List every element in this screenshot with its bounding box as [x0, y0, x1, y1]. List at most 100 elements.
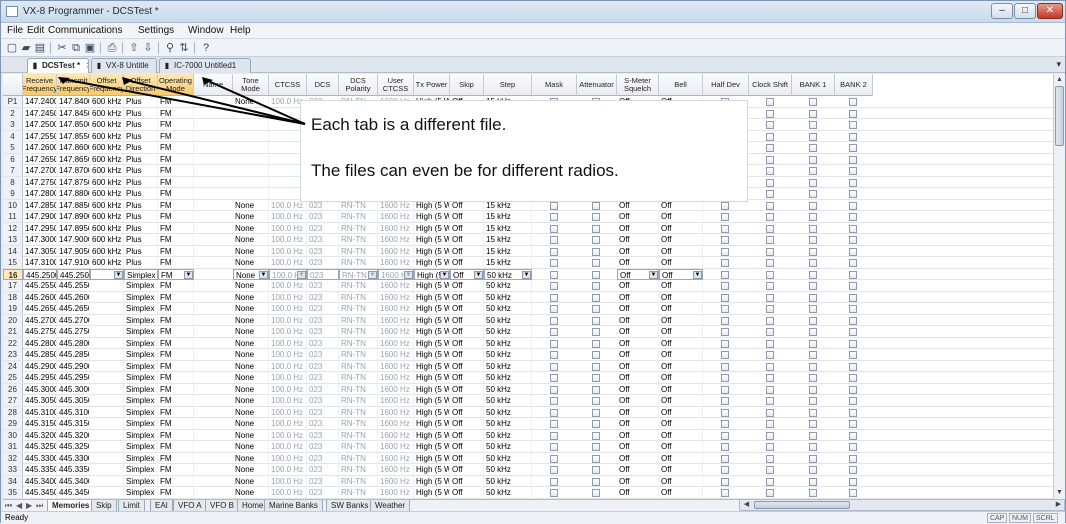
cell-mode[interactable]: FM: [158, 222, 194, 234]
maximize-button[interactable]: □: [1014, 3, 1036, 19]
cell-rx[interactable]: 445.28000: [23, 337, 57, 349]
cell-skip[interactable]: Off: [450, 234, 484, 245]
checkbox[interactable]: [849, 477, 857, 486]
checkbox[interactable]: [765, 190, 774, 198]
cell-ctcss[interactable]: 100.0 Hz: [269, 280, 307, 291]
cell-rx[interactable]: 445.31000: [23, 406, 57, 418]
cell-bell[interactable]: Off: [659, 280, 703, 291]
checkbox[interactable]: [549, 443, 558, 451]
checkbox[interactable]: [808, 236, 817, 244]
cell-bell[interactable]: Off ▼: [659, 268, 703, 280]
cell-step[interactable]: 50 kHz: [484, 314, 532, 326]
cell-uctcss[interactable]: 1600 Hz: [378, 464, 414, 475]
table-row[interactable]: 12 147.29500147.89500600 kHz Plus FM None 100…: [3, 222, 1053, 234]
cell-dir[interactable]: Plus: [124, 119, 158, 130]
find-icon[interactable]: ⚲: [163, 41, 177, 55]
cell-tone[interactable]: [233, 130, 269, 142]
checkbox[interactable]: [592, 374, 600, 382]
checkbox[interactable]: [849, 408, 857, 417]
cell-pol[interactable]: RN-TN: [339, 314, 378, 326]
cell-skip[interactable]: Off: [450, 349, 484, 360]
cell-uctcss[interactable]: 1600 Hz: [378, 395, 414, 406]
cell-tx[interactable]: 147.91000: [57, 257, 90, 268]
cell-rx[interactable]: 445.30500: [23, 395, 57, 406]
cell-ctcss[interactable]: 100.0 Hz: [269, 257, 307, 268]
cell-bell[interactable]: Off: [659, 441, 703, 452]
cell-rx[interactable]: 445.32500: [23, 441, 57, 452]
table-row[interactable]: 31 445.32500445.32500 Simplex FM None 100.0 H…: [3, 441, 1053, 453]
table-row[interactable]: 23 445.28500445.28500 Simplex FM None 100.0 H…: [3, 349, 1053, 361]
cell-skip[interactable]: Off: [450, 314, 484, 326]
cell-off[interactable]: [90, 314, 124, 326]
cell-dir[interactable]: Plus: [124, 165, 158, 176]
cell-off[interactable]: 600 kHz: [90, 245, 124, 257]
cell-skip[interactable]: Off: [450, 222, 484, 234]
cell-mode[interactable]: FM: [158, 188, 194, 199]
checkbox[interactable]: [765, 167, 774, 175]
cell-pol[interactable]: RN-TN: [339, 441, 378, 452]
checkbox[interactable]: [808, 259, 817, 267]
checkbox[interactable]: [765, 293, 774, 302]
cell-tone[interactable]: [233, 165, 269, 176]
cell-uctcss[interactable]: 1600 Hz: [378, 245, 414, 257]
checkbox[interactable]: [549, 282, 558, 290]
cell-rx[interactable]: 147.24000: [23, 96, 57, 107]
cell-mode[interactable]: FM: [158, 130, 194, 142]
cell-off[interactable]: [90, 291, 124, 303]
cell-tone[interactable]: None: [233, 337, 269, 349]
cell-step[interactable]: 50 kHz: [484, 291, 532, 303]
cell-dir[interactable]: Plus: [124, 130, 158, 142]
cell-dir[interactable]: Plus: [124, 199, 158, 211]
menu-settings[interactable]: Settings: [138, 25, 174, 36]
checkbox[interactable]: [592, 477, 600, 486]
cell-pwr[interactable]: High (5 W): [414, 337, 450, 349]
cell-dcs[interactable]: 023: [307, 372, 339, 383]
cell-tx[interactable]: 147.87000: [57, 165, 90, 176]
checkbox[interactable]: [592, 328, 600, 336]
cell-uctcss[interactable]: 1600 Hz: [378, 326, 414, 337]
cell-pwr[interactable]: High (5 W): [414, 257, 450, 268]
checkbox[interactable]: [765, 144, 774, 152]
cell-off[interactable]: [90, 395, 124, 406]
help-icon[interactable]: ?: [199, 41, 213, 55]
scroll-right-icon[interactable]: ▶: [1053, 500, 1064, 510]
checkbox[interactable]: [849, 190, 857, 198]
cell-tx[interactable]: 445.25500: [57, 280, 90, 291]
dropdown-arrow-icon[interactable]: ▼: [522, 270, 531, 279]
cell-mode[interactable]: FM: [158, 429, 194, 441]
checkbox[interactable]: [765, 224, 774, 233]
checkbox[interactable]: [592, 282, 600, 290]
cell-tone[interactable]: None: [233, 452, 269, 464]
dropdown-arrow-icon[interactable]: ▼: [440, 270, 449, 279]
cell-tone[interactable]: None: [233, 326, 269, 337]
cell-rx[interactable]: 147.26000: [23, 142, 57, 153]
cell-pwr[interactable]: High (5 W): [414, 245, 450, 257]
table-row[interactable]: 13 147.30000147.90000600 kHz Plus FM None 100…: [3, 234, 1053, 246]
checkbox[interactable]: [765, 489, 774, 497]
cell-dir[interactable]: Simplex: [124, 280, 158, 291]
checkbox[interactable]: [765, 259, 774, 267]
cell-sm[interactable]: Off ▼: [617, 268, 659, 280]
cell-bell[interactable]: Off: [659, 452, 703, 464]
checkbox[interactable]: [765, 201, 774, 210]
table-row[interactable]: 33 445.33500445.33500 Simplex FM None 100.0 H…: [3, 464, 1053, 476]
checkbox[interactable]: [849, 374, 857, 382]
cell-dcs[interactable]: 023: [307, 211, 339, 222]
cell-dcs[interactable]: 023: [307, 395, 339, 406]
cell-tx[interactable]: 445.27000: [57, 314, 90, 326]
cell-rx[interactable]: 445.34000: [23, 475, 57, 487]
cell-sm[interactable]: Off: [617, 441, 659, 452]
cell-rx[interactable]: 147.28500: [23, 199, 57, 211]
checkbox[interactable]: [765, 466, 774, 474]
cell-step[interactable]: 50 kHz: [484, 326, 532, 337]
cell-bell[interactable]: Off: [659, 487, 703, 498]
cell-skip[interactable]: Off: [450, 303, 484, 314]
cell-dir[interactable]: Simplex: [124, 326, 158, 337]
cell-off[interactable]: [90, 452, 124, 464]
cell-ctcss[interactable]: 100.0 Hz: [269, 452, 307, 464]
cell-off[interactable]: [90, 464, 124, 475]
dropdown-arrow-icon[interactable]: ▼: [114, 270, 123, 279]
cell-off[interactable]: 600 kHz: [90, 257, 124, 268]
checkbox[interactable]: [765, 132, 774, 141]
cell-tone[interactable]: [233, 176, 269, 188]
